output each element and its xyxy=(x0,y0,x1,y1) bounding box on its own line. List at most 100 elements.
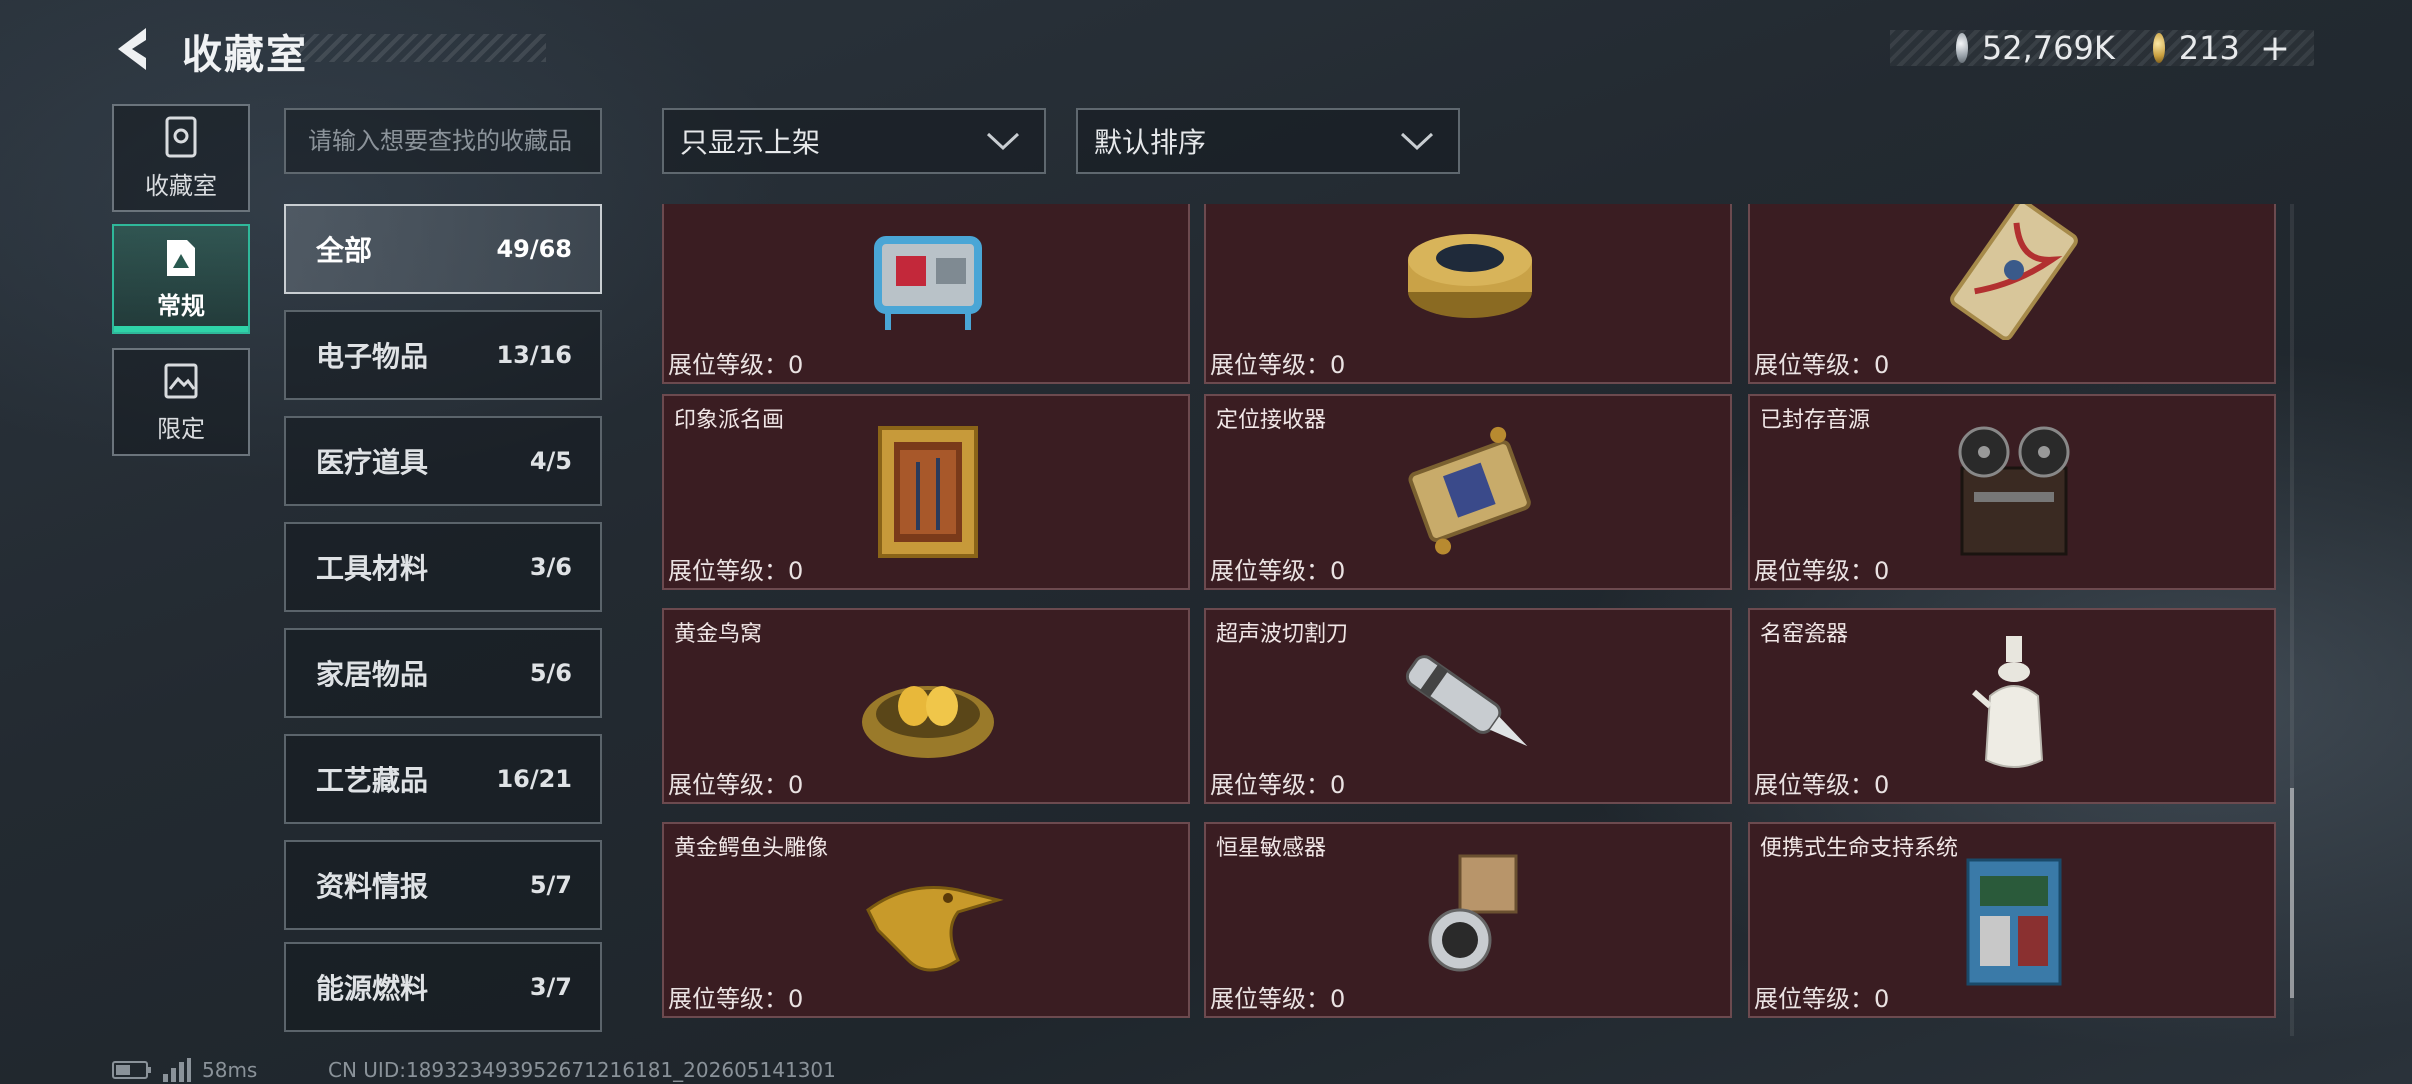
level-text: 展位等级：0 xyxy=(1754,557,1890,585)
life-support-icon xyxy=(1966,858,2062,986)
uid-text: CN UID:18932349395267121618​1_2026051413… xyxy=(328,1058,836,1082)
document-icon xyxy=(167,239,195,276)
category-medical[interactable]: 医疗道具 4/5 xyxy=(284,416,602,506)
collection-grid: 展位等级：0 展位等级：0 展位等级：0 印象派名画 展位等级：0 定位接收器 … xyxy=(660,204,2276,1040)
category-household[interactable]: 家居物品 5/6 xyxy=(284,628,602,718)
back-button[interactable] xyxy=(110,24,156,74)
rail-item-collection-room[interactable]: 收藏室 xyxy=(112,104,250,212)
category-name: 能源燃料 xyxy=(316,972,429,1005)
category-count: 13/16 xyxy=(496,341,572,369)
chevron-down-icon xyxy=(1400,132,1434,151)
category-fuel[interactable]: 能源燃料 3/7 xyxy=(284,942,602,1032)
category-count: 16/21 xyxy=(496,765,572,793)
category-electronics[interactable]: 电子物品 13/16 xyxy=(284,310,602,400)
caviar-tin-icon xyxy=(1408,234,1532,318)
title-stripe xyxy=(300,34,546,62)
framed-painting-icon xyxy=(878,426,978,558)
level-text: 展位等级：0 xyxy=(668,985,804,1013)
collection-card[interactable]: 已封存音源 展位等级：0 xyxy=(1748,394,2276,590)
category-count: 3/7 xyxy=(529,973,572,1001)
level-text: 展位等级：0 xyxy=(668,351,804,379)
category-crafts[interactable]: 工艺藏品 16/21 xyxy=(284,734,602,824)
rail-item-label: 收藏室 xyxy=(145,171,217,200)
ping-text: 58ms xyxy=(202,1058,258,1082)
chevron-down-icon xyxy=(986,132,1020,151)
collection-card[interactable]: 印象派名画 展位等级：0 xyxy=(662,394,1190,590)
collection-card[interactable]: 展位等级：0 xyxy=(1204,204,1732,384)
category-intel[interactable]: 资料情报 5/7 xyxy=(284,840,602,930)
collection-card[interactable]: 展位等级：0 xyxy=(1748,204,2276,384)
picture-frame-icon xyxy=(164,363,198,398)
item-name: 恒星敏感器 xyxy=(1216,836,1327,861)
porcelain-vase-icon xyxy=(1972,636,2044,768)
item-name: 超声波切割刀 xyxy=(1216,622,1349,647)
item-name: 已封存音源 xyxy=(1760,408,1871,433)
category-name: 电子物品 xyxy=(316,340,429,373)
star-sensor-icon xyxy=(1428,854,1518,972)
category-name: 资料情报 xyxy=(316,870,429,903)
category-count: 49/68 xyxy=(496,235,572,263)
grid-scroll-thumb[interactable] xyxy=(2290,788,2294,998)
receiver-icon xyxy=(1408,426,1531,555)
golden-nest-icon xyxy=(862,686,994,758)
collection-card[interactable]: 超声波切割刀 展位等级：0 xyxy=(1204,608,1732,804)
rail-item-limited[interactable]: 限定 xyxy=(112,348,250,456)
back-arrow-icon xyxy=(118,28,146,70)
category-count: 3/6 xyxy=(529,553,572,581)
ornate-card-icon xyxy=(1950,204,2078,340)
rail-item-regular[interactable]: 常规 xyxy=(112,224,250,334)
level-text: 展位等级：0 xyxy=(1210,351,1346,379)
shelf-filter-value: 只显示上架 xyxy=(680,126,821,159)
collection-card[interactable]: 黄金鳄鱼头雕像 展位等级：0 xyxy=(662,822,1190,1018)
item-name: 黄金鳄鱼头雕像 xyxy=(674,836,829,861)
add-gold-button[interactable]: + xyxy=(2260,28,2290,69)
gold-coin-icon xyxy=(2152,33,2165,63)
sort-dropdown[interactable]: 默认排序 xyxy=(1076,108,1460,174)
shelf-filter-dropdown[interactable]: 只显示上架 xyxy=(662,108,1046,174)
cutter-icon xyxy=(1405,655,1528,747)
sort-value: 默认排序 xyxy=(1094,126,1207,159)
generator-icon xyxy=(874,236,982,330)
search-input[interactable] xyxy=(284,108,602,174)
currency-bar: 52,769K 213 + xyxy=(1890,28,2314,69)
cabinet-icon xyxy=(165,116,197,157)
item-name: 黄金鸟窝 xyxy=(674,622,763,647)
category-name: 工艺藏品 xyxy=(316,764,429,797)
level-text: 展位等级：0 xyxy=(668,557,804,585)
category-count: 5/7 xyxy=(529,871,572,899)
collection-card[interactable]: 定位接收器 展位等级：0 xyxy=(1204,394,1732,590)
level-text: 展位等级：0 xyxy=(668,771,804,799)
reel-tape-icon xyxy=(1958,426,2070,556)
rail-item-label: 常规 xyxy=(157,291,205,320)
category-count: 5/6 xyxy=(529,659,572,687)
level-text: 展位等级：0 xyxy=(1754,985,1890,1013)
collection-card[interactable]: 恒星敏感器 展位等级：0 xyxy=(1204,822,1732,1018)
silver-amount: 52,769K xyxy=(1981,29,2115,67)
category-count: 4/5 xyxy=(529,447,572,475)
page-title: 收藏室 xyxy=(182,32,308,78)
item-name: 名窑瓷器 xyxy=(1760,622,1849,647)
item-name: 便携式生命支持系统 xyxy=(1760,836,1959,861)
status-footer: 58ms xyxy=(112,1058,257,1082)
level-text: 展位等级：0 xyxy=(1210,771,1346,799)
level-text: 展位等级：0 xyxy=(1210,557,1346,585)
collection-card[interactable]: 名窑瓷器 展位等级：0 xyxy=(1748,608,2276,804)
level-text: 展位等级：0 xyxy=(1754,351,1890,379)
croc-statue-icon xyxy=(866,886,1004,972)
item-name: 定位接收器 xyxy=(1216,408,1327,433)
rail-item-label: 限定 xyxy=(157,414,205,443)
collection-card[interactable]: 黄金鸟窝 展位等级：0 xyxy=(662,608,1190,804)
battery-icon xyxy=(112,1061,151,1079)
item-name: 印象派名画 xyxy=(674,408,785,433)
category-name: 家居物品 xyxy=(316,658,429,691)
category-name: 工具材料 xyxy=(316,552,429,585)
category-name: 医疗道具 xyxy=(316,446,429,479)
category-tools[interactable]: 工具材料 3/6 xyxy=(284,522,602,612)
category-all[interactable]: 全部 49/68 xyxy=(284,204,602,294)
collection-card[interactable]: 便携式生命支持系统 展位等级：0 xyxy=(1748,822,2276,1018)
collection-card[interactable]: 展位等级：0 xyxy=(662,204,1190,384)
signal-icon xyxy=(163,1058,191,1082)
gold-amount: 213 xyxy=(2178,29,2240,67)
level-text: 展位等级：0 xyxy=(1754,771,1890,799)
silver-coin-icon xyxy=(1956,33,1968,63)
